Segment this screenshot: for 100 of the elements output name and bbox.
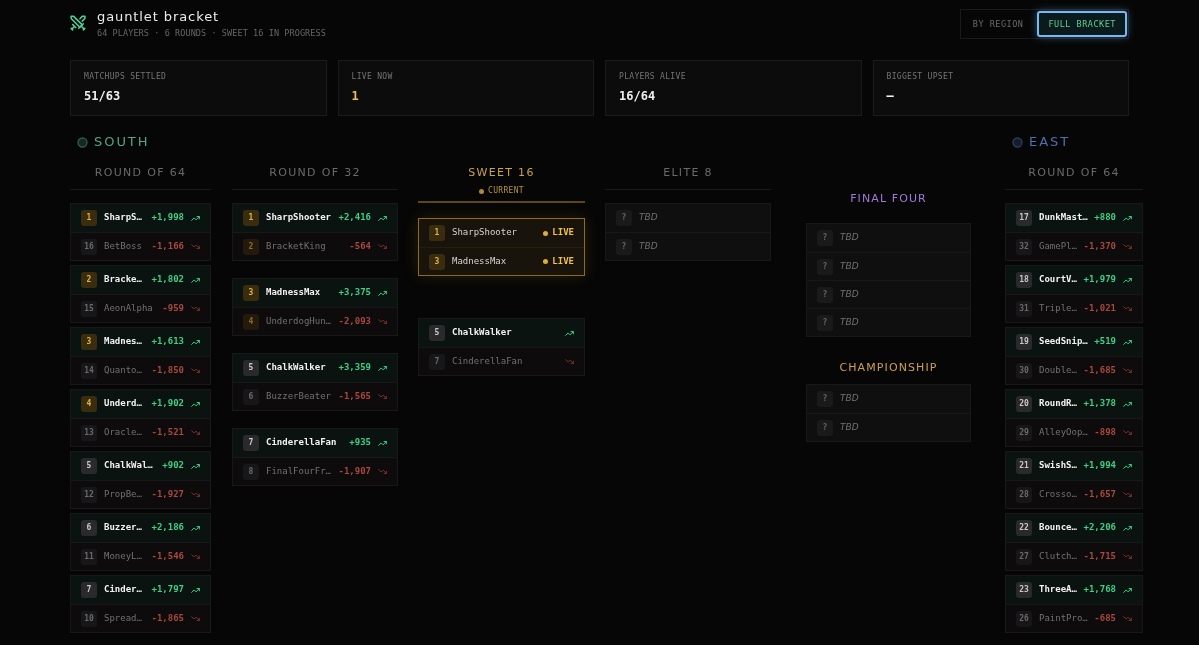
player-name: SharpShooter bbox=[452, 226, 518, 240]
trend-down-icon bbox=[191, 554, 200, 559]
score: +935 bbox=[349, 436, 371, 450]
seed-badge: 6 bbox=[243, 388, 259, 405]
seed-badge: ? bbox=[817, 419, 833, 436]
score: -1,166 bbox=[151, 239, 184, 253]
player-name: Spread… bbox=[104, 611, 142, 625]
trend-up-icon bbox=[1123, 339, 1132, 345]
seed-badge: 27 bbox=[1016, 548, 1032, 565]
trend-up-icon bbox=[191, 525, 200, 531]
score: -1,657 bbox=[1083, 487, 1116, 501]
seed-badge: 1 bbox=[81, 210, 97, 226]
seed-badge: 3 bbox=[243, 285, 259, 301]
tbd-label: TBD bbox=[840, 231, 859, 245]
score: -1,546 bbox=[151, 549, 184, 563]
seed-badge: ? bbox=[817, 314, 833, 331]
trend-up-icon bbox=[378, 440, 387, 446]
round-title: ROUND OF 64 bbox=[1028, 166, 1120, 180]
seed-badge: 28 bbox=[1016, 486, 1032, 503]
stat-label: MATCHUPS SETTLED bbox=[84, 72, 168, 82]
trend-up-icon bbox=[378, 215, 387, 221]
seed-badge: 23 bbox=[1016, 582, 1032, 598]
seed-badge: 29 bbox=[1016, 424, 1032, 441]
seed-badge: 14 bbox=[81, 362, 97, 379]
score: +1,902 bbox=[151, 397, 184, 411]
round-title: ROUND OF 32 bbox=[269, 166, 361, 180]
seed-badge: ? bbox=[616, 238, 632, 255]
score: +3,359 bbox=[338, 361, 371, 375]
player-name: SwishS… bbox=[1039, 459, 1077, 473]
trend-down-icon bbox=[191, 616, 200, 621]
section-title: CHAMPIONSHIP bbox=[838, 361, 939, 375]
score: -564 bbox=[349, 239, 371, 253]
score: -1,865 bbox=[151, 611, 184, 625]
score: +1,613 bbox=[151, 335, 184, 349]
view-tab[interactable]: BY REGION bbox=[961, 11, 1035, 37]
score: +1,994 bbox=[1083, 459, 1116, 473]
region-label: EAST bbox=[1029, 134, 1071, 150]
seed-badge: 19 bbox=[1016, 334, 1032, 350]
region-label: SOUTH bbox=[94, 134, 150, 150]
seed-badge: 32 bbox=[1016, 238, 1032, 255]
tbd-label: TBD bbox=[840, 287, 859, 301]
seed-badge: 4 bbox=[243, 313, 259, 330]
player-name: PropBe… bbox=[104, 487, 142, 501]
score: +2,186 bbox=[151, 521, 184, 535]
player-name: Oracle… bbox=[104, 425, 142, 439]
trend-up-icon bbox=[191, 339, 200, 345]
trend-up-icon bbox=[191, 215, 200, 221]
seed-badge: 3 bbox=[81, 334, 97, 350]
seed-badge: 4 bbox=[81, 396, 97, 412]
player-name: AlleyOop… bbox=[1039, 425, 1088, 439]
seed-badge: 10 bbox=[81, 610, 97, 627]
seed-badge: 3 bbox=[429, 253, 445, 270]
player-name: SeedSnip… bbox=[1039, 335, 1088, 349]
player-name: RoundR… bbox=[1039, 397, 1077, 411]
score: +902 bbox=[162, 459, 184, 473]
seed-badge: 8 bbox=[243, 463, 259, 480]
seed-badge: 18 bbox=[1016, 272, 1032, 288]
seed-badge: 11 bbox=[81, 548, 97, 565]
score: +2,416 bbox=[338, 211, 371, 225]
tbd-label: TBD bbox=[840, 259, 859, 273]
player-name: GamePl… bbox=[1039, 239, 1077, 253]
player-name: CourtV… bbox=[1039, 273, 1077, 287]
player-name: UnderdogHun… bbox=[266, 314, 332, 328]
player-name: BetBoss bbox=[104, 239, 142, 253]
player-name: BracketKing bbox=[266, 239, 326, 253]
trend-down-icon bbox=[191, 368, 200, 373]
current-label: CURRENT bbox=[488, 186, 524, 196]
current-dot-icon bbox=[479, 188, 484, 194]
trend-up-icon bbox=[1123, 525, 1132, 531]
player-name: Cinder… bbox=[104, 583, 142, 597]
trend-down-icon bbox=[191, 430, 200, 435]
stat-value: 1 bbox=[351, 88, 360, 104]
trend-down-icon bbox=[1123, 244, 1132, 249]
seed-badge: 12 bbox=[81, 486, 97, 503]
seed-badge: 31 bbox=[1016, 300, 1032, 317]
trend-up-icon bbox=[378, 290, 387, 296]
player-name: PaintPro… bbox=[1039, 611, 1088, 625]
score: +880 bbox=[1094, 211, 1116, 225]
trend-down-icon bbox=[378, 244, 387, 249]
score: -1,715 bbox=[1083, 549, 1116, 563]
tbd-label: TBD bbox=[840, 392, 859, 406]
trend-down-icon bbox=[378, 469, 387, 474]
app-subtitle: 64 PLAYERS · 6 ROUNDS · SWEET 16 IN PROGRESS bbox=[97, 27, 326, 39]
view-tab[interactable]: FULL BRACKET bbox=[1037, 11, 1127, 37]
seed-badge: 1 bbox=[429, 225, 445, 241]
score: -898 bbox=[1094, 425, 1116, 439]
player-name: MoneyL… bbox=[104, 549, 142, 563]
live-dot-icon bbox=[543, 259, 549, 264]
stat-value: 16/64 bbox=[619, 88, 657, 104]
tbd-label: TBD bbox=[639, 211, 658, 225]
player-name: Underd… bbox=[104, 397, 142, 411]
seed-badge: 5 bbox=[429, 325, 445, 341]
trend-down-icon bbox=[565, 359, 574, 364]
seed-badge: 17 bbox=[1016, 210, 1032, 226]
trend-down-icon bbox=[1123, 616, 1132, 621]
score: +1,998 bbox=[151, 211, 184, 225]
trend-down-icon bbox=[1123, 554, 1132, 559]
seed-badge: 13 bbox=[81, 424, 97, 441]
seed-badge: 2 bbox=[81, 272, 97, 288]
seed-badge: 15 bbox=[81, 300, 97, 317]
